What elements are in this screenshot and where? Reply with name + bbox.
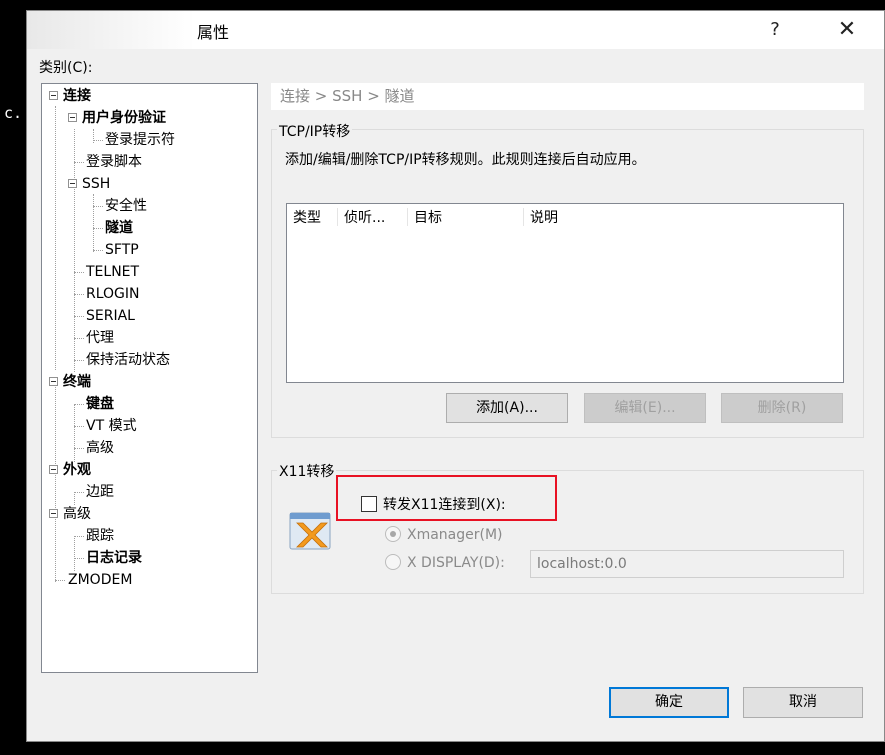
tree-item-logging[interactable]: 日志记录 xyxy=(86,547,142,569)
ok-button[interactable]: 确定 xyxy=(609,687,729,718)
tree-item-appearance[interactable]: 外观 xyxy=(49,459,91,481)
tree-item-telnet[interactable]: TELNET xyxy=(86,261,139,283)
tree-item-user-auth[interactable]: 用户身份验证 xyxy=(68,107,166,129)
xdisplay-option[interactable]: X DISPLAY(D): xyxy=(385,553,505,573)
window-title: 属性 xyxy=(197,23,230,42)
add-button[interactable]: 添加(A)... xyxy=(446,393,568,423)
tree-item-rlogin[interactable]: RLOGIN xyxy=(86,283,140,305)
xmanager-label: Xmanager(M) xyxy=(407,527,503,543)
tcpip-description: 添加/编辑/删除TCP/IP转移规则。此规则连接后自动应用。 xyxy=(285,152,646,168)
xmanager-icon xyxy=(289,512,331,550)
tree-item-serial[interactable]: SERIAL xyxy=(86,305,135,327)
xdisplay-label: X DISPLAY(D): xyxy=(407,555,505,571)
column-header-note[interactable]: 说明 xyxy=(530,208,558,228)
help-button[interactable]: ? xyxy=(755,15,795,45)
tree-item-terminal-advanced[interactable]: 高级 xyxy=(86,437,114,459)
tree-item-security[interactable]: 安全性 xyxy=(105,195,147,217)
close-button[interactable]: ✕ xyxy=(827,15,867,45)
title-bar: 属性 ? ✕ xyxy=(27,11,884,49)
tree-item-zmodem[interactable]: ZMODEM xyxy=(68,569,132,591)
tree-item-terminal[interactable]: 终端 xyxy=(49,371,91,393)
xdisplay-input[interactable]: localhost:0.0 xyxy=(530,550,844,578)
tree-item-sftp[interactable]: SFTP xyxy=(105,239,139,261)
collapse-icon[interactable] xyxy=(49,508,58,518)
tree-item-login-prompts[interactable]: 登录提示符 xyxy=(105,129,175,151)
tree-item-trace[interactable]: 跟踪 xyxy=(86,525,114,547)
tcpip-group-title: TCP/IP转移 xyxy=(277,121,353,141)
column-header-target[interactable]: 目标 xyxy=(414,208,442,228)
tree-item-advanced[interactable]: 高级 xyxy=(49,503,91,525)
title-redacted xyxy=(27,11,195,49)
category-label: 类别(C): xyxy=(39,60,93,76)
tree-item-ssh[interactable]: SSH xyxy=(68,173,110,195)
tree-item-keyboard[interactable]: 键盘 xyxy=(86,393,114,415)
x11-group-title: X11转移 xyxy=(277,461,337,481)
edit-button[interactable]: 编辑(E)... xyxy=(584,393,706,423)
cancel-button[interactable]: 取消 xyxy=(743,687,863,718)
tree-item-connection[interactable]: 连接 xyxy=(49,85,91,107)
tree-item-proxy[interactable]: 代理 xyxy=(86,327,114,349)
collapse-icon[interactable] xyxy=(68,112,77,122)
red-highlight-box xyxy=(336,475,557,521)
tree-item-vt-mode[interactable]: VT 模式 xyxy=(86,415,137,437)
terminal-background-text: c. xyxy=(4,104,23,122)
collapse-icon[interactable] xyxy=(49,464,58,474)
tree-item-margins[interactable]: 边距 xyxy=(86,481,114,503)
category-tree[interactable]: 连接 用户身份验证 登录提示符 登录脚本 SSH 安全性 隧道 SFTP TEL… xyxy=(41,83,258,673)
breadcrumb: 连接 > SSH > 隧道 xyxy=(271,83,864,110)
xmanager-option[interactable]: Xmanager(M) xyxy=(385,525,503,545)
column-header-type[interactable]: 类型 xyxy=(293,208,321,228)
collapse-icon[interactable] xyxy=(49,376,58,386)
tree-item-login-script[interactable]: 登录脚本 xyxy=(86,151,142,173)
tree-item-keepalive[interactable]: 保持活动状态 xyxy=(86,349,170,371)
properties-dialog: 属性 ? ✕ 类别(C): 连接 用户身份验证 登录提示符 登录脚本 SSH 安… xyxy=(26,10,885,742)
tcpip-rules-list[interactable]: 类型 侦听... 目标 说明 xyxy=(286,203,844,383)
column-header-listen[interactable]: 侦听... xyxy=(344,208,385,228)
delete-button[interactable]: 删除(R) xyxy=(721,393,843,423)
collapse-icon[interactable] xyxy=(49,90,58,100)
xdisplay-radio[interactable] xyxy=(385,554,401,570)
xmanager-radio[interactable] xyxy=(385,526,401,542)
tree-item-tunnel[interactable]: 隧道 xyxy=(105,217,133,239)
collapse-icon[interactable] xyxy=(68,178,77,188)
